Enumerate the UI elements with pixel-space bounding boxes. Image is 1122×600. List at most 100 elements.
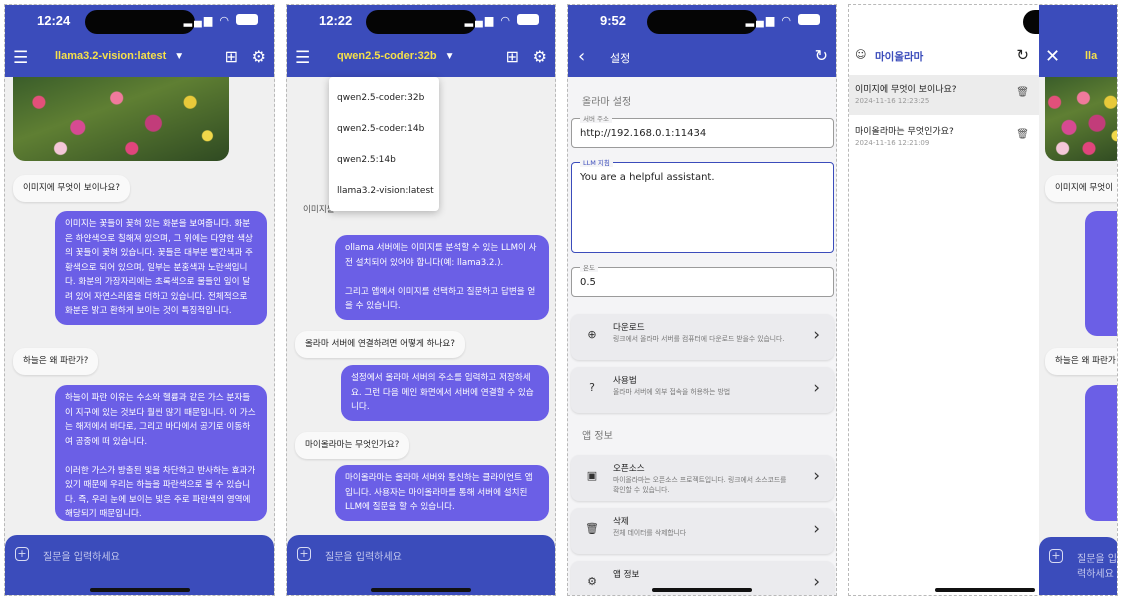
assistant-message: 설정에서 올라마 서버의 주소를 입력하고 저장하세요. 그런 다음 메인 화면…	[341, 365, 549, 421]
help-icon: ?	[589, 381, 595, 394]
home-indicator	[371, 588, 471, 592]
history-item[interactable]: 이미지에 무엇이 보이나요? 2024-11-16 12:23:25 🗑	[849, 75, 1039, 115]
delete-icon: 🗑	[585, 522, 599, 535]
model-selector[interactable]: llama3.2-vision:latest ▼	[55, 50, 184, 62]
canvas: ☰ llama3.2-vision:latest ▼ ⊞ ⚙ 12:24 ▂▄▆ …	[0, 0, 1122, 600]
download-icon: ⊕	[587, 328, 597, 341]
temperature-field[interactable]: 온도 0.5	[571, 262, 834, 297]
new-chat-icon[interactable]: ⊞	[506, 47, 519, 66]
attached-image	[13, 77, 229, 161]
gear-icon[interactable]: ⚙	[252, 47, 266, 66]
temperature-value: 0.5	[580, 277, 596, 288]
menu-icon[interactable]: ☰	[295, 48, 310, 68]
new-chat-icon[interactable]: ⊞	[225, 47, 238, 66]
refresh-icon[interactable]: ↻	[1016, 46, 1029, 64]
opensource-card[interactable]: ▣ 오픈소스 마이올라마는 오픈소스 프로젝트입니다. 링크에서 소스코드를 확…	[571, 455, 834, 501]
usage-card[interactable]: ? 사용법 올라마 서버에 외부 접속을 허용하는 방법 ›	[571, 367, 834, 413]
download-card[interactable]: ⊕ 다운로드 링크에서 올라마 서버를 컴퓨터에 다운로드 받을수 있습니다. …	[571, 314, 834, 360]
menu-icon[interactable]: ☰	[13, 48, 28, 68]
status-time: 9:52	[600, 13, 627, 28]
section-app-heading: 앱 정보	[582, 431, 613, 442]
user-message: 이미지에 무엇이 보이나요?	[13, 175, 130, 202]
server-address-label: 서버 주소	[580, 113, 612, 123]
attach-icon[interactable]: +	[1049, 549, 1063, 563]
attached-image	[1045, 77, 1117, 161]
card-title: 삭제	[613, 517, 629, 527]
caret-down-icon: ▼	[444, 51, 455, 62]
user-message: 마이올라마는 무엇인가요?	[295, 432, 410, 459]
assistant-message: 마이올라마는 올라마 서버와 통신하는 클라이언트 앱입니다. 사용자는 마이올…	[335, 465, 549, 521]
assistant-message-peek	[1085, 211, 1117, 336]
gear-icon[interactable]: ⚙	[533, 47, 547, 66]
phone-settings: ‹ 설정 ↻ 9:52 ▂▄▆ ◠ 올라마 설정 서버 주소 http://19…	[567, 4, 837, 596]
card-desc: 전체 데이터를 삭제합니다	[613, 529, 687, 537]
question-input[interactable]: 질문을 입력하세요	[43, 548, 120, 563]
battery-icon	[517, 14, 539, 25]
llm-prompt-field[interactable]: LLM 지침 You are a helpful assistant.	[571, 157, 834, 253]
chevron-right-icon: ›	[813, 325, 820, 345]
card-title: 사용법	[613, 376, 637, 386]
card-desc: 올라마 서버에 외부 접속을 허용하는 방법	[613, 388, 731, 396]
status-bar: 9:52 ▂▄▆ ◠	[568, 5, 836, 37]
history-question: 마이올라마는 무엇인가요?	[855, 127, 954, 137]
card-title: 다운로드	[613, 323, 645, 333]
server-address-field[interactable]: 서버 주소 http://192.168.0.1:11434	[571, 113, 834, 148]
section-ollama-heading: 올라마 설정	[582, 97, 632, 108]
assistant-message-peek	[1085, 385, 1117, 521]
model-option[interactable]: qwen2.5:14b	[329, 145, 439, 176]
page-title: 설정	[610, 52, 631, 65]
history-title: 마이올라마	[875, 51, 924, 63]
user-message: 하늘은 왜 파란가?	[13, 348, 99, 375]
llm-prompt-label: LLM 지침	[580, 157, 613, 167]
model-name: llama3.2-vision:latest	[55, 50, 167, 62]
app-bar: ✕ lla	[1039, 5, 1117, 77]
temperature-label: 온도	[580, 262, 598, 272]
attach-icon[interactable]: +	[297, 547, 311, 561]
status-icons: ▂▄▆ ◠	[746, 14, 820, 27]
history-item[interactable]: 마이올라마는 무엇인가요? 2024-11-16 12:21:09 🗑	[849, 117, 1039, 157]
chip-icon: ▣	[586, 469, 598, 482]
model-option[interactable]: qwen2.5-coder:32b	[329, 83, 439, 114]
dynamic-island	[366, 10, 476, 34]
assistant-message: 하늘이 파란 이유는 수소와 헬륨과 같은 가스 분자들이 지구에 있는 것보다…	[55, 385, 267, 521]
close-icon[interactable]: ✕	[1045, 46, 1060, 67]
user-message-peek: 이미지에 무엇이	[1045, 175, 1117, 202]
phone-history: ☺ 마이올라마 ↻ 이미지에 무엇이 보이나요? 2024-11-16 12:2…	[848, 4, 1118, 596]
home-indicator	[89, 588, 190, 592]
chevron-right-icon: ›	[813, 378, 820, 398]
history-date: 2024-11-16 12:21:09	[855, 139, 930, 147]
app-logo-icon: ☺	[855, 48, 867, 61]
history-question: 이미지에 무엇이 보이나요?	[855, 85, 957, 95]
info-icon: ⚙	[587, 575, 597, 588]
delete-card[interactable]: 🗑 삭제 전체 데이터를 삭제합니다 ›	[571, 508, 834, 554]
home-indicator	[652, 588, 752, 592]
input-bar: + 질문을 입력하세요	[5, 535, 274, 595]
battery-icon	[798, 14, 820, 25]
home-indicator	[935, 588, 1035, 592]
status-icons: ▂▄▆ ◠	[184, 14, 258, 27]
card-desc: 링크에서 올라마 서버를 컴퓨터에 다운로드 받을수 있습니다.	[613, 335, 785, 343]
dynamic-island	[84, 10, 195, 34]
background-chat: ✕ lla 이미지에 무엇이 하늘은 왜 파란가 + 질문을 입력하세요	[1039, 5, 1117, 595]
question-input[interactable]: 질문을 입력하세요	[1077, 550, 1117, 580]
attach-icon[interactable]: +	[15, 547, 29, 561]
status-time: 12:22	[319, 13, 353, 28]
caret-down-icon: ▼	[174, 51, 185, 62]
assistant-message: ollama 서버에는 이미지를 분석할 수 있는 LLM이 사전 설치되어 있…	[335, 235, 549, 320]
card-desc: 마이올라마는 오픈소스 프로젝트입니다. 링크에서 소스코드를 확인할 수 있습…	[613, 476, 787, 494]
model-option[interactable]: qwen2.5-coder:14b	[329, 114, 439, 145]
model-name: qwen2.5-coder:32b	[337, 50, 437, 62]
trash-icon[interactable]: 🗑	[1016, 87, 1029, 98]
status-time: 12:24	[37, 13, 71, 28]
chevron-right-icon: ›	[813, 466, 820, 486]
refresh-icon[interactable]: ↻	[815, 46, 828, 65]
model-peek: lla	[1085, 50, 1098, 62]
back-arrow-icon[interactable]: ‹	[578, 46, 585, 67]
model-selector[interactable]: qwen2.5-coder:32b ▼	[337, 50, 455, 62]
chevron-right-icon: ›	[813, 519, 820, 539]
chevron-right-icon: ›	[813, 572, 820, 592]
trash-icon[interactable]: 🗑	[1016, 129, 1029, 140]
phone-chat-coder: ☰ qwen2.5-coder:32b ▼ ⊞ ⚙ 12:22 ▂▄▆ ◠ 이미지…	[286, 4, 556, 596]
question-input[interactable]: 질문을 입력하세요	[325, 548, 402, 563]
model-option[interactable]: llama3.2-vision:latest	[329, 176, 439, 207]
